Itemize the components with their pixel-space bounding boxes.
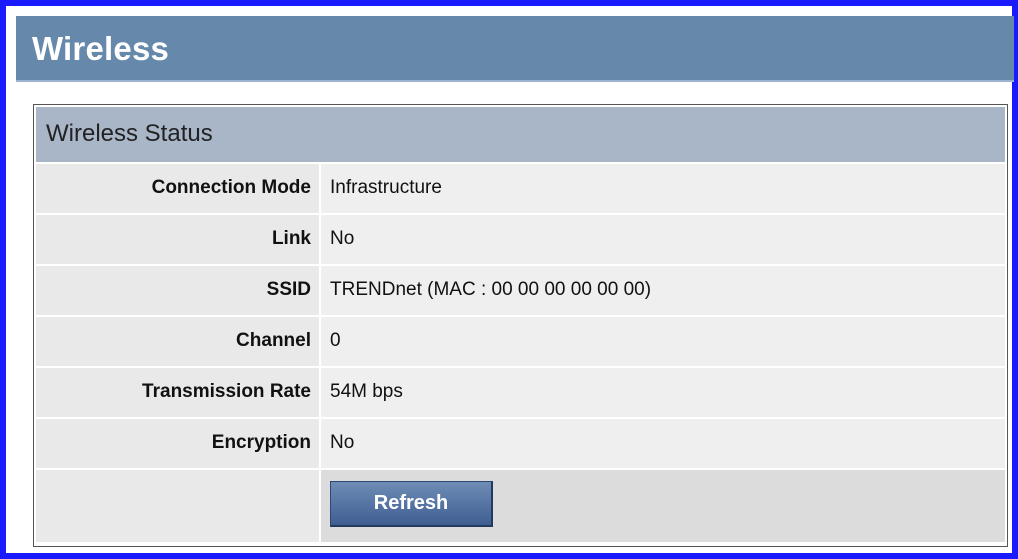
- link-value: No: [330, 228, 355, 249]
- value-cell: No: [321, 419, 1005, 468]
- label-cell: [36, 470, 319, 542]
- row-encryption: Encryption No: [36, 419, 1005, 469]
- label-cell: Link: [36, 215, 319, 264]
- channel-value: 0: [330, 330, 341, 351]
- transmission-rate-value: 54M bps: [330, 381, 403, 402]
- value-cell: TRENDnet (MAC : 00 00 00 00 00 00): [321, 266, 1005, 315]
- window-frame: Wireless Wireless Status Connection Mode…: [0, 0, 1018, 559]
- value-cell: Refresh: [321, 470, 1005, 542]
- page-header: Wireless: [16, 16, 1014, 82]
- wireless-status-panel: Wireless Status Connection Mode Infrastr…: [33, 104, 1008, 547]
- row-transmission-rate: Transmission Rate 54M bps: [36, 368, 1005, 418]
- value-cell: No: [321, 215, 1005, 264]
- row-connection-mode: Connection Mode Infrastructure: [36, 164, 1005, 214]
- connection-mode-value: Infrastructure: [330, 177, 442, 198]
- label-cell: SSID: [36, 266, 319, 315]
- row-ssid: SSID TRENDnet (MAC : 00 00 00 00 00 00): [36, 266, 1005, 316]
- page-title: Wireless: [32, 30, 170, 67]
- encryption-label: Encryption: [211, 432, 311, 453]
- label-cell: Transmission Rate: [36, 368, 319, 417]
- ssid-label: SSID: [266, 279, 311, 300]
- row-channel: Channel 0: [36, 317, 1005, 367]
- row-link: Link No: [36, 215, 1005, 265]
- label-cell: Encryption: [36, 419, 319, 468]
- value-cell: 0: [321, 317, 1005, 366]
- encryption-value: No: [330, 432, 355, 453]
- label-cell: Channel: [36, 317, 319, 366]
- value-cell: Infrastructure: [321, 164, 1005, 213]
- transmission-rate-label: Transmission Rate: [142, 381, 311, 402]
- channel-label: Channel: [236, 330, 311, 351]
- ssid-value: TRENDnet (MAC : 00 00 00 00 00 00): [330, 279, 652, 300]
- row-actions: Refresh: [36, 470, 1005, 542]
- panel-title: Wireless Status: [46, 120, 213, 147]
- value-cell: 54M bps: [321, 368, 1005, 417]
- refresh-button[interactable]: Refresh: [330, 481, 493, 527]
- label-cell: Connection Mode: [36, 164, 319, 213]
- panel-title-bar: Wireless Status: [36, 107, 1005, 162]
- link-label: Link: [271, 228, 311, 249]
- connection-mode-label: Connection Mode: [151, 177, 311, 198]
